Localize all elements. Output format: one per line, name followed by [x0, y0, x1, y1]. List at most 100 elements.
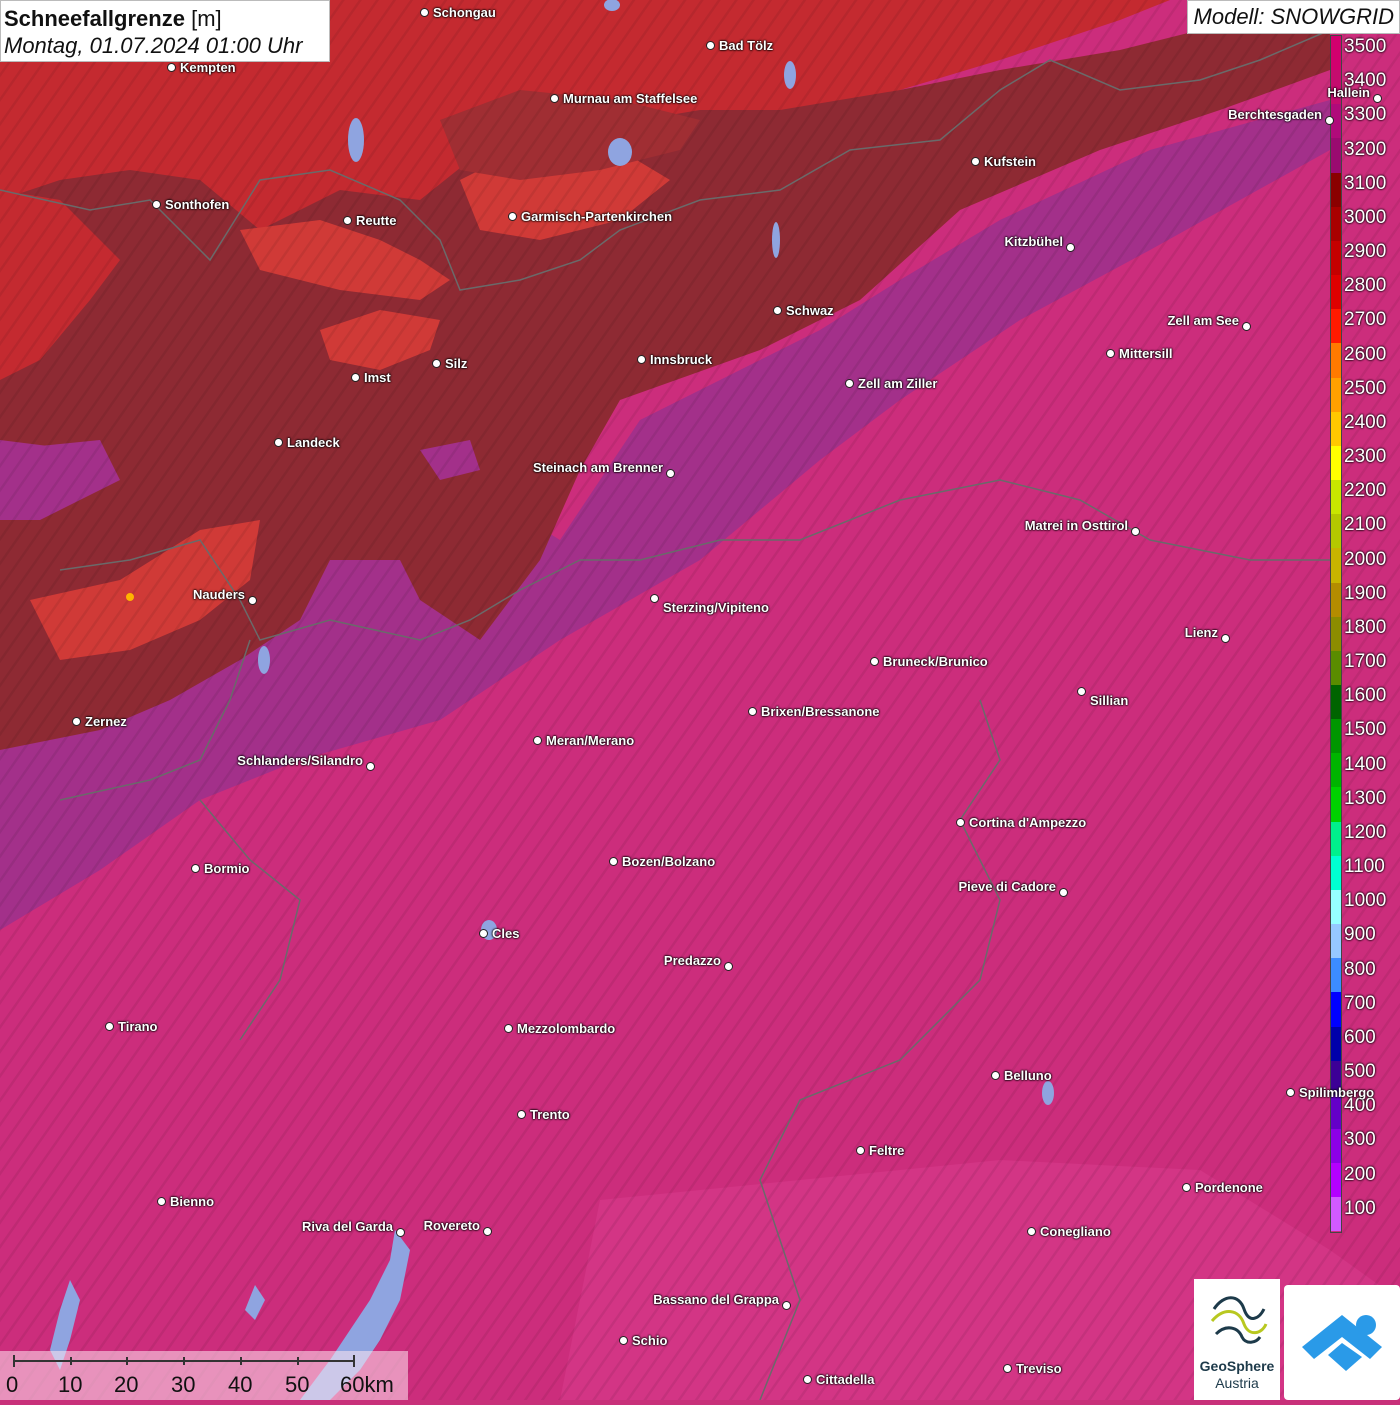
- legend-swatch: [1331, 411, 1341, 446]
- city-label: Bozen/Bolzano: [622, 854, 716, 869]
- city-label: Predazzo: [663, 953, 721, 968]
- city-marker: [1131, 527, 1140, 536]
- legend-swatch: [1331, 480, 1341, 515]
- city-marker: [396, 1228, 405, 1237]
- city-marker: [1373, 94, 1382, 103]
- city-marker: [845, 379, 854, 388]
- city-marker: [1182, 1183, 1191, 1192]
- city-label: Belluno: [1004, 1068, 1052, 1083]
- city-marker: [706, 41, 715, 50]
- city-marker: [724, 962, 733, 971]
- legend-swatch: [1331, 924, 1341, 959]
- city-marker: [533, 736, 542, 745]
- city-label: Bormio: [204, 861, 250, 876]
- lake-8: [1042, 1081, 1054, 1105]
- city-marker: [748, 707, 757, 716]
- legend-label: 1100: [1344, 856, 1385, 878]
- city-label: Imst: [364, 370, 391, 385]
- scale-label: 10: [58, 1372, 83, 1397]
- city-label: Zernez: [85, 714, 127, 729]
- city-label: Conegliano: [1040, 1224, 1111, 1239]
- city-label: Treviso: [1016, 1361, 1062, 1376]
- legend-label: 2300: [1344, 446, 1387, 468]
- legend-label: 900: [1344, 924, 1376, 946]
- legend-label: 1400: [1344, 753, 1387, 775]
- geosphere-logo: GeoSphere Austria: [1194, 1279, 1280, 1400]
- city-marker: [152, 200, 161, 209]
- city-label: Mittersill: [1119, 346, 1173, 361]
- legend-label: 500: [1344, 1061, 1376, 1083]
- city-marker: [248, 596, 257, 605]
- city-marker: [782, 1301, 791, 1310]
- city-marker: [351, 373, 360, 382]
- legend-label: 300: [1344, 1129, 1376, 1151]
- city-marker: [432, 359, 441, 368]
- map-datetime: Montag, 01.07.2024 01:00 Uhr: [4, 33, 303, 58]
- legend-swatch: [1331, 206, 1341, 241]
- legend-label: 1800: [1344, 616, 1387, 638]
- scale-label: 40: [228, 1372, 253, 1397]
- legend-swatch: [1331, 138, 1341, 173]
- legend-swatch: [1331, 650, 1341, 685]
- legend-label: 3200: [1344, 138, 1387, 160]
- legend-label: 1600: [1344, 685, 1387, 707]
- lake-1: [348, 118, 364, 162]
- city-marker: [1106, 349, 1115, 358]
- city-marker: [504, 1024, 513, 1033]
- city-marker: [803, 1375, 812, 1384]
- city-marker: [650, 594, 659, 603]
- city-marker: [274, 438, 283, 447]
- city-marker: [1027, 1227, 1036, 1236]
- city-label: Reutte: [356, 213, 397, 228]
- city-label: Innsbruck: [650, 352, 713, 367]
- legend-swatch: [1331, 821, 1341, 856]
- city-label: Bad Tölz: [719, 38, 774, 53]
- app-logo-icon: [1302, 1315, 1382, 1371]
- city-label: Kempten: [180, 60, 236, 75]
- city-marker: [483, 1227, 492, 1236]
- city-label: Schio: [632, 1333, 668, 1348]
- city-label: Pordenone: [1195, 1180, 1263, 1195]
- legend-swatch: [1331, 616, 1341, 651]
- legend-label: 2700: [1344, 309, 1387, 331]
- city-label: Rovereto: [423, 1218, 480, 1233]
- legend-swatch: [1331, 958, 1341, 993]
- city-label: Feltre: [869, 1143, 905, 1158]
- city-marker: [366, 762, 375, 771]
- geosphere-name: GeoSphere: [1199, 1358, 1275, 1374]
- city-marker: [1077, 687, 1086, 696]
- city-label: Landeck: [287, 435, 340, 450]
- city-marker: [1242, 322, 1251, 331]
- city-label: Silz: [445, 356, 468, 371]
- legend-swatch: [1331, 582, 1341, 617]
- legend-label: 100: [1344, 1197, 1376, 1219]
- city-marker: [420, 8, 429, 17]
- city-label: Mezzolombardo: [517, 1021, 616, 1036]
- city-marker: [619, 1336, 628, 1345]
- city-label: Sillian: [1090, 693, 1129, 708]
- scale-label: 20: [114, 1372, 139, 1397]
- city-label: Brixen/Bressanone: [761, 704, 880, 719]
- city-marker: [1325, 116, 1334, 125]
- legend-label: 2400: [1344, 411, 1387, 433]
- legend-label: 2200: [1344, 480, 1387, 502]
- legend-label: 3000: [1344, 206, 1387, 228]
- city-marker: [1059, 888, 1068, 897]
- city-marker: [479, 929, 488, 938]
- legend-swatch: [1331, 753, 1341, 788]
- legend-label: 1200: [1344, 821, 1387, 843]
- legend-swatch: [1331, 343, 1341, 378]
- legend-label: 1000: [1344, 890, 1387, 912]
- legend-label: 700: [1344, 992, 1376, 1014]
- legend-swatch: [1331, 889, 1341, 925]
- city-marker: [856, 1146, 865, 1155]
- legend-label: 2500: [1344, 377, 1387, 399]
- legend-label: 2900: [1344, 241, 1387, 263]
- city-label: Sonthofen: [165, 197, 230, 212]
- lake-2: [608, 138, 632, 166]
- city-marker: [870, 657, 879, 666]
- legend-swatch: [1331, 548, 1341, 583]
- city-marker: [167, 63, 176, 72]
- city-marker: [191, 864, 200, 873]
- legend-swatch: [1331, 1163, 1341, 1198]
